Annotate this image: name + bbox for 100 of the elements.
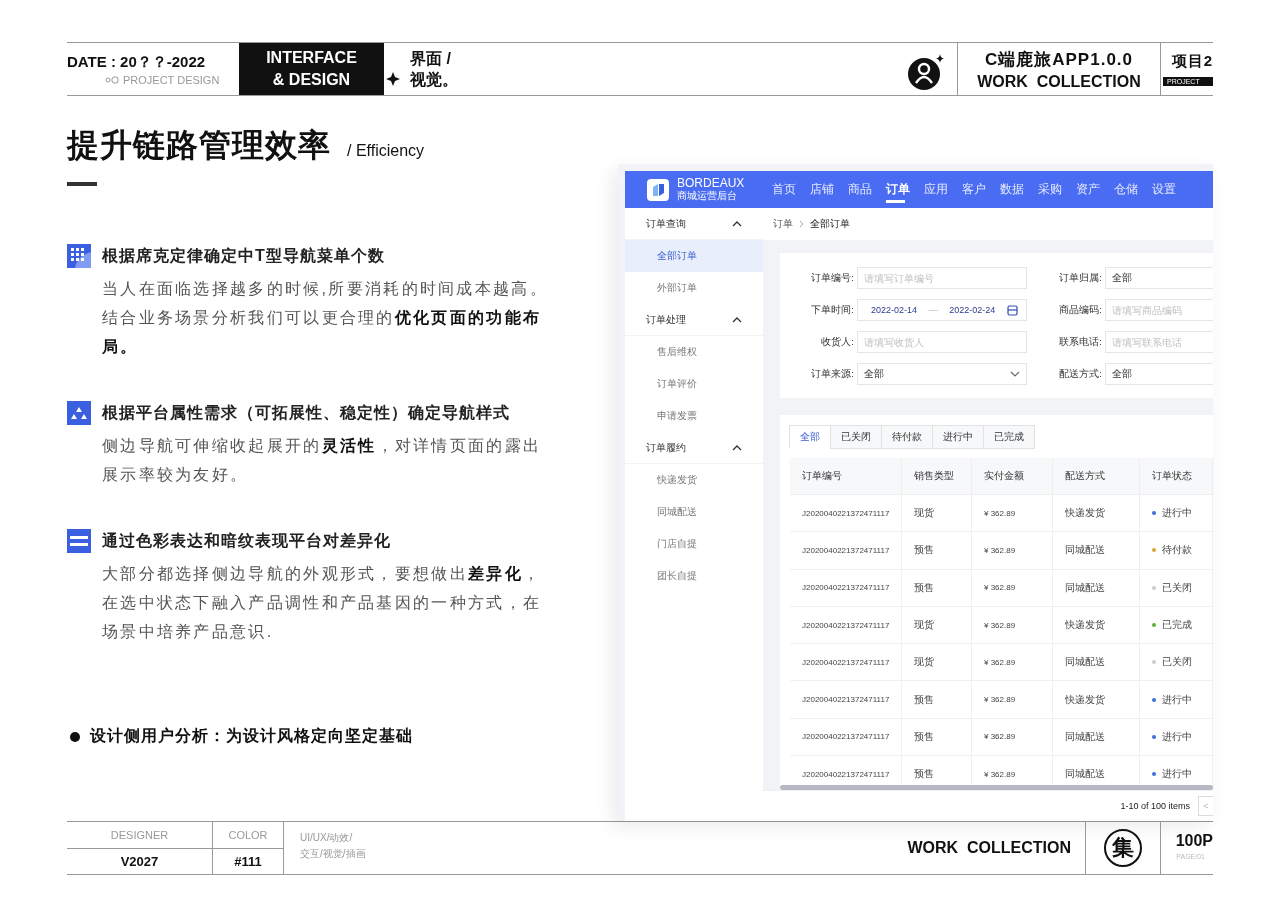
nav-tab[interactable]: 店铺	[810, 171, 849, 208]
category-text: 界面 /	[410, 49, 452, 69]
sidebar-item[interactable]: 门店自提	[625, 528, 763, 560]
collection-text: WORK COLLECTION	[977, 72, 1141, 91]
table-cell: 同城配送	[1053, 644, 1140, 682]
footer-label: DESIGNER	[67, 822, 212, 849]
nav-tab[interactable]: 订单	[886, 171, 925, 208]
status-text: 进行中	[1162, 506, 1192, 521]
select-field[interactable]: 全部	[1105, 267, 1213, 289]
status-tab[interactable]: 全部	[789, 425, 831, 449]
table-cell: 快递发货	[1053, 606, 1140, 645]
scrollbar[interactable]	[780, 785, 1213, 790]
calendar-icon	[1006, 304, 1018, 316]
column-header: 订单状态	[1140, 458, 1213, 495]
table-cell: 预售	[902, 569, 972, 607]
collection-logo: 集	[1104, 829, 1142, 867]
breadcrumb-link[interactable]: 全部订单	[810, 217, 850, 231]
page-title: 提升链路管理效率	[67, 126, 331, 165]
point-text: 当人在面临选择越多的时候,所要消耗的时间成本越高。结合业务场景分析我们可以更合理的优化页面的功能布局。	[102, 279, 549, 357]
field-label: 配送方式:	[1058, 367, 1103, 381]
point-text: 侧边导航可伸缩收起展开的灵活性，对详情页面的露出展示率较为友好。	[102, 436, 543, 485]
nav-tab[interactable]: 仓储	[1114, 171, 1153, 208]
table-cell: 现货	[902, 644, 972, 682]
table-cell: J2020040221372471117	[790, 569, 902, 607]
title-underline	[67, 182, 97, 186]
field-label: 收货人:	[820, 335, 855, 349]
table-cell: ¥ 362.89	[972, 495, 1053, 533]
date-range-field[interactable]: 2022-02-14 — 2022-02-24	[857, 299, 1027, 321]
status-tab[interactable]: 进行中	[932, 425, 984, 449]
tag-text: 交互/视觉/插画	[300, 847, 366, 861]
table-cell: J2020040221372471117	[790, 532, 902, 570]
select-field[interactable]: 全部	[1105, 363, 1213, 385]
sidebar-item[interactable]: 同城配送	[625, 496, 763, 528]
point-heading: 根据席克定律确定中T型导航菜单个数	[102, 245, 385, 266]
project-title: C端鹿旅APP1.0.0	[984, 48, 1133, 71]
field-label: 订单来源:	[810, 367, 855, 381]
table-cell: J2020040221372471117	[790, 718, 902, 757]
select-field[interactable]: 全部	[857, 363, 1027, 385]
subtitle-text: PROJECT DESIGN	[123, 73, 220, 86]
point-text: 大部分都选择侧边导航的外观形式，要想做出差异化，在选中状态下融入产品调性和产品基因的一种方式，在场景中培养产品意识.	[102, 564, 543, 642]
point-heading: 通过色彩表达和暗纹表现平台对差异化	[102, 530, 391, 551]
circles-icon	[105, 74, 119, 85]
collection-text: WORK COLLECTION	[907, 839, 1071, 857]
triangles-icon	[67, 401, 91, 425]
field-label: 商品编码:	[1058, 303, 1103, 317]
sidebar-item[interactable]: 订单评价	[625, 368, 763, 400]
brand-subtitle: 商城运营后台	[677, 190, 738, 202]
date-value: 2022-02-24	[949, 305, 996, 315]
table-cell: 同城配送	[1053, 569, 1140, 607]
nav-tab[interactable]: 数据	[1000, 171, 1039, 208]
date-separator: —	[928, 305, 938, 315]
sidebar-item[interactable]: 全部订单	[625, 240, 763, 272]
status-tab[interactable]: 已完成	[983, 425, 1035, 449]
project-number: 项目2	[1171, 52, 1213, 71]
sparkle-icon	[386, 72, 400, 86]
sidebar-item[interactable]: 快递发货	[625, 464, 763, 496]
table-cell: ¥ 362.89	[972, 569, 1053, 607]
chevron-up-icon	[732, 315, 742, 324]
chevron-up-icon	[732, 219, 742, 228]
chevron-up-icon	[732, 443, 742, 452]
nav-tab[interactable]: 客户	[962, 171, 1001, 208]
bullet-icon	[70, 731, 80, 742]
bars-icon	[67, 529, 91, 553]
brand-name: BORDEAUX	[677, 177, 745, 190]
column-header: 订单编号	[790, 458, 902, 495]
status-tab[interactable]: 已关闭	[830, 425, 882, 449]
point-heading: 根据平台属性需求（可拓展性、稳定性）确定导航样式	[102, 402, 510, 423]
sidebar-item[interactable]: 外部订单	[625, 272, 763, 304]
table-cell: ¥ 362.89	[972, 532, 1053, 570]
table-cell: 现货	[902, 495, 972, 533]
bullet-text: 设计侧用户分析：为设计风格定向坚定基础	[90, 726, 413, 746]
sidebar-item[interactable]: 售后维权	[625, 336, 763, 368]
field-label: 联系电话:	[1058, 335, 1103, 349]
table-cell: J2020040221372471117	[790, 606, 902, 645]
sidebar-group[interactable]: 订单履约	[625, 432, 763, 464]
page-count: 100P	[1175, 832, 1213, 850]
column-header: 销售类型	[902, 458, 972, 495]
nav-tab[interactable]: 应用	[924, 171, 963, 208]
nav-tab[interactable]: 商品	[848, 171, 887, 208]
nav-tab[interactable]: 首页	[772, 171, 811, 208]
tag-text: UI/UX/动效/	[300, 831, 354, 845]
table-cell: J2020040221372471117	[790, 644, 902, 682]
column-header: 实付金额	[972, 458, 1053, 495]
chevron-down-icon	[1010, 371, 1020, 377]
nav-tab[interactable]: 资产	[1076, 171, 1115, 208]
status-text: 进行中	[1162, 767, 1192, 782]
status-text: 已完成	[1162, 618, 1192, 633]
status-tab[interactable]: 待付款	[881, 425, 933, 449]
status-text: 已关闭	[1162, 655, 1192, 670]
nav-tab[interactable]: 设置	[1152, 171, 1191, 208]
breadcrumb-link[interactable]: 订单	[773, 217, 793, 231]
table-cell: 现货	[902, 606, 972, 645]
sidebar-group[interactable]: 订单处理	[625, 304, 763, 336]
table-cell: 同城配送	[1053, 718, 1140, 757]
sidebar-item[interactable]: 团长自提	[625, 560, 763, 592]
table-cell: J2020040221372471117	[790, 495, 902, 533]
date-value: 2022-02-14	[871, 305, 918, 315]
table-cell: 同城配送	[1053, 532, 1140, 570]
nav-tab[interactable]: 采购	[1038, 171, 1077, 208]
sidebar-item[interactable]: 申请发票	[625, 400, 763, 432]
